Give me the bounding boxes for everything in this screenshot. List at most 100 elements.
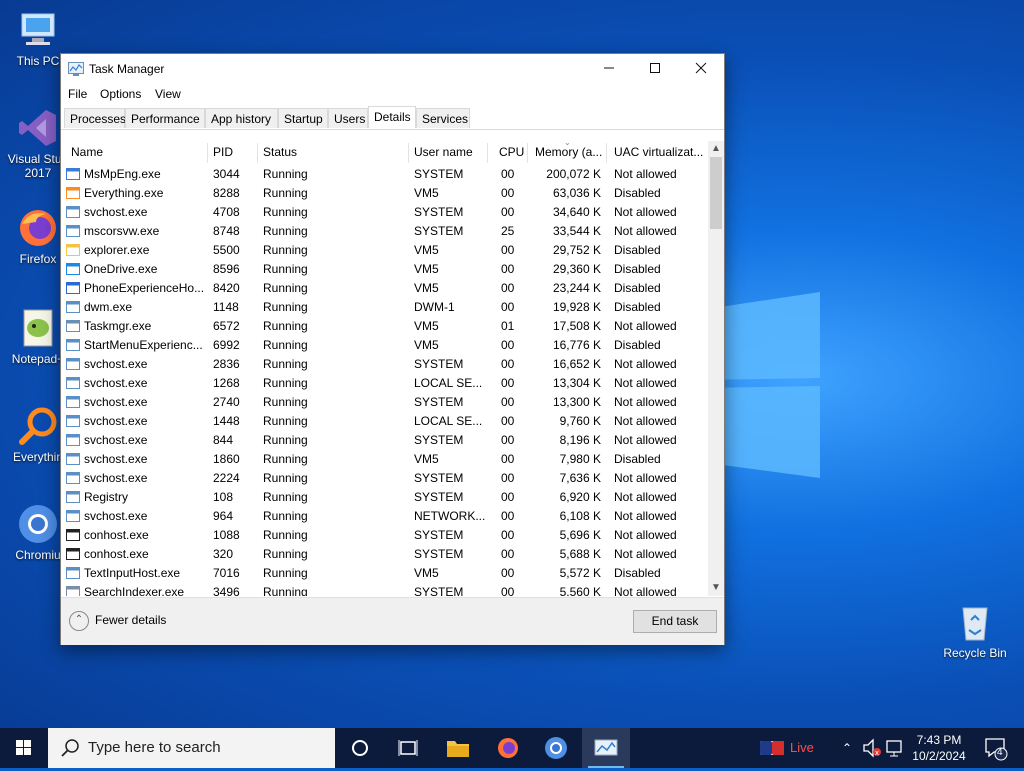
minimize-button[interactable] [586,54,632,84]
table-row[interactable]: mscorsvw.exe 8748 Running SYSTEM 25 33,544 K N… [61,222,706,241]
process-status: Running [263,243,308,257]
column-header-user-name[interactable]: User name [414,145,473,159]
table-row[interactable]: SearchIndexer.exe 3496 Running SYSTEM 00 5,56… [61,583,706,596]
svg-text:x: x [875,749,879,757]
process-user: SYSTEM [414,205,464,219]
desktop-icon-recycle-bin[interactable]: Recycle Bin [940,600,1010,660]
title-bar[interactable]: Task Manager [61,54,724,84]
table-row[interactable]: PhoneExperienceHo... 8420 Running VM5 00 23,2… [61,279,706,298]
table-row[interactable]: TextInputHost.exe 7016 Running VM5 00 5,572 K… [61,564,706,583]
process-mem: 29,752 K [552,243,601,257]
table-row[interactable]: svchost.exe 1448 Running LOCAL SE... 00 9,760… [61,412,706,431]
show-hidden-icons-button[interactable]: ⌃ [836,728,858,768]
process-name: MsMpEng.exe [84,167,161,181]
service-host-icon [66,433,81,447]
tab-details[interactable]: Details [368,106,416,128]
table-row[interactable]: Registry 108 Running SYSTEM 00 6,920 K Not all… [61,488,706,507]
table-row[interactable]: svchost.exe 4708 Running SYSTEM 00 34,640 K No… [61,203,706,222]
service-host-icon [66,452,81,466]
table-row[interactable]: dwm.exe 1148 Running DWM-1 00 19,928 K Disable… [61,298,706,317]
column-divider[interactable] [408,143,409,163]
table-row[interactable]: svchost.exe 1860 Running VM5 00 7,980 K Disabl… [61,450,706,469]
start-button[interactable] [0,728,48,768]
process-pid: 3044 [213,167,240,181]
service-host-icon [66,357,81,371]
table-row[interactable]: svchost.exe 844 Running SYSTEM 00 8,196 K Not … [61,431,706,450]
volume-button[interactable]: x [860,728,884,768]
process-user: VM5 [414,186,439,200]
taskbar-clock[interactable]: 7:43 PM 10/2/2024 [900,732,978,764]
tab-startup[interactable]: Startup [278,108,328,128]
sort-descending-icon: ⌄ [564,141,571,147]
menu-view[interactable]: View [155,87,181,101]
process-status: Running [263,414,308,428]
process-uac: Not allowed [614,509,677,523]
tab-performance[interactable]: Performance [125,108,205,128]
process-status: Running [263,528,308,542]
taskbar-file-explorer[interactable] [434,728,482,768]
table-row[interactable]: svchost.exe 2836 Running SYSTEM 00 16,652 K No… [61,355,706,374]
column-header-status[interactable]: Status [263,145,297,159]
table-row[interactable]: Taskmgr.exe 6572 Running VM5 01 17,508 K Not a… [61,317,706,336]
maximize-button[interactable] [632,54,678,84]
column-divider[interactable] [207,143,208,163]
table-row[interactable]: svchost.exe 964 Running NETWORK... 00 6,108 K… [61,507,706,526]
scrollbar-thumb[interactable] [710,157,722,229]
table-row[interactable]: conhost.exe 320 Running SYSTEM 00 5,688 K Not … [61,545,706,564]
scroll-down-icon[interactable]: ▼ [708,580,724,596]
table-row[interactable]: Everything.exe 8288 Running VM5 00 63,036 K Di… [61,184,706,203]
console-icon [66,547,81,561]
end-task-button[interactable]: End task [633,610,717,633]
process-pid: 1088 [213,528,240,542]
tab-app-history[interactable]: App history [205,108,278,128]
tab-users[interactable]: Users [328,108,368,128]
action-center-button[interactable]: 4 [980,728,1012,768]
service-host-icon [66,395,81,409]
process-cpu: 00 [501,490,515,504]
task-manager-icon [594,739,618,756]
menu-options[interactable]: Options [100,87,141,101]
table-row[interactable]: OneDrive.exe 8596 Running VM5 00 29,360 K Disa… [61,260,706,279]
column-divider[interactable] [527,143,528,163]
process-uac: Disabled [614,338,661,352]
column-divider[interactable] [487,143,488,163]
column-divider[interactable] [257,143,258,163]
tab-processes[interactable]: Processes [64,108,126,128]
close-button[interactable] [678,54,724,84]
taskbar-firefox[interactable] [484,728,532,768]
vertical-scrollbar[interactable]: ▲ ▼ [708,141,724,596]
scroll-up-icon[interactable]: ▲ [708,141,724,157]
table-row[interactable]: svchost.exe 2740 Running SYSTEM 00 13,300 K No… [61,393,706,412]
process-mem: 5,560 K [559,585,601,596]
task-view-button[interactable] [384,728,432,768]
taskbar-task-manager[interactable] [582,728,630,768]
this-pc-icon [16,8,60,52]
process-cpu: 00 [501,566,515,580]
column-header-pid[interactable]: PID [213,145,233,159]
column-header-uac[interactable]: UAC virtualizat... [614,145,704,159]
table-row[interactable]: MsMpEng.exe 3044 Running SYSTEM 00 200,072 K N… [61,165,706,184]
mlb-live-widget[interactable]: Live [758,728,818,768]
generic-exe-icon [66,338,81,352]
menu-file[interactable]: File [68,87,87,101]
cortana-button[interactable] [336,728,384,768]
column-header-memory[interactable]: Memory (a... [535,145,605,159]
process-status: Running [263,433,308,447]
tab-services[interactable]: Services [416,108,470,128]
table-row[interactable]: StartMenuExperienc... 6992 Running VM5 00 16,… [61,336,706,355]
table-row[interactable]: svchost.exe 1268 Running LOCAL SE... 00 13,30… [61,374,706,393]
table-row[interactable]: explorer.exe 5500 Running VM5 00 29,752 K Disa… [61,241,706,260]
column-header-name[interactable]: Name [71,145,103,159]
process-pid: 4708 [213,205,240,219]
column-header-cpu[interactable]: CPU [499,145,524,159]
table-row[interactable]: conhost.exe 1088 Running SYSTEM 00 5,696 K Not… [61,526,706,545]
process-mem: 34,640 K [552,205,601,219]
process-pid: 5500 [213,243,240,257]
process-name: conhost.exe [84,547,149,561]
process-pid: 2740 [213,395,240,409]
column-divider[interactable] [606,143,607,163]
table-row[interactable]: svchost.exe 2224 Running SYSTEM 00 7,636 K Not… [61,469,706,488]
taskbar-chromium[interactable] [532,728,580,768]
process-uac: Not allowed [614,205,677,219]
taskbar-search-box[interactable]: Type here to search [48,728,335,768]
